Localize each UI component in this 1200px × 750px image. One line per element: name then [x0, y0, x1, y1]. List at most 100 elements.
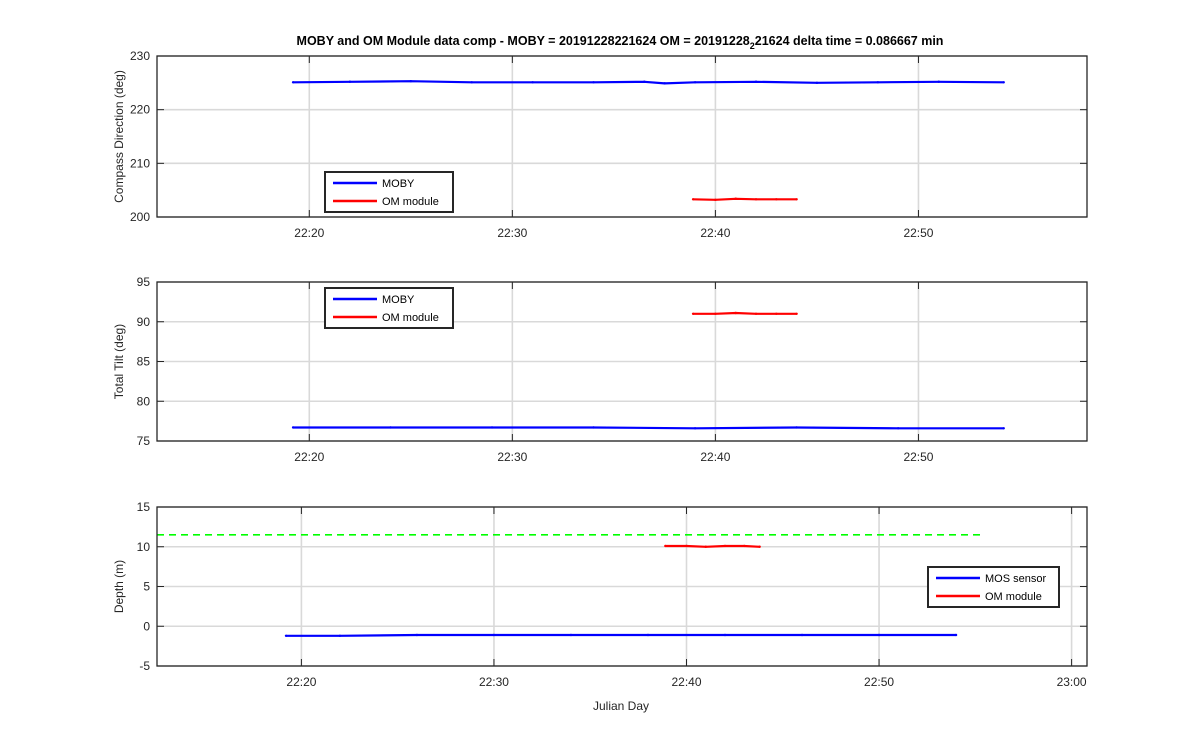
tilt-ytick-label: 90 — [137, 315, 151, 329]
compass-data-point — [409, 80, 413, 83]
depth-ytick-label: 0 — [143, 619, 150, 633]
compass-plot-area — [157, 56, 1087, 217]
figure-title: MOBY and OM Module data comp - MOBY = 20… — [297, 34, 944, 51]
tilt-data-point — [691, 312, 695, 315]
compass-xtick-label: 22:20 — [294, 226, 324, 240]
depth-ytick-label: -5 — [139, 659, 150, 673]
title-main: MOBY and OM Module data comp - MOBY = 20… — [297, 34, 750, 48]
depth-xtick-label: 22:30 — [479, 675, 509, 689]
depth-data-point — [664, 544, 667, 548]
tilt-data-point — [795, 426, 798, 429]
compass-data-point — [714, 198, 717, 202]
depth-data-point — [338, 634, 342, 637]
compass-data-point — [691, 198, 695, 201]
compass-data-point — [291, 81, 295, 84]
tilt-data-point — [1002, 427, 1005, 430]
tilt-data-point — [693, 427, 697, 430]
compass-direction-panel: 22:20 22:30 22:40 22:50 200 210 220 230 Compass … — [112, 49, 1088, 240]
depth-xtick-label: 23:00 — [1057, 675, 1087, 689]
depth-ytick-label: 10 — [137, 540, 151, 554]
compass-data-point — [754, 80, 758, 83]
depth-data-point — [415, 633, 419, 637]
depth-legend-label: OM module — [985, 591, 1042, 603]
compass-om-module-line — [693, 197, 797, 201]
tilt-data-point — [592, 426, 595, 429]
compass-data-point — [1002, 81, 1005, 84]
depth-data-point — [723, 633, 727, 637]
depth-ytick-label: 5 — [143, 580, 150, 594]
depth-panel: 22:20 22:30 22:40 22:50 23:00 -5 0 5 10 15 Depth (… — [112, 500, 1088, 689]
depth-data-point — [954, 633, 958, 637]
compass-data-point — [734, 197, 737, 200]
compass-data-point — [470, 81, 473, 84]
compass-data-point — [693, 81, 697, 84]
tilt-xtick-label: 22:30 — [497, 450, 527, 464]
tilt-data-point — [291, 426, 295, 429]
compass-ytick-label: 220 — [130, 103, 150, 117]
compass-data-point — [795, 198, 798, 201]
tilt-data-point — [714, 312, 717, 315]
depth-legend: MOS sensor OM module — [927, 566, 1060, 608]
tilt-om-module-line — [693, 311, 797, 315]
compass-data-point — [531, 81, 534, 84]
tilt-data-point — [734, 311, 737, 315]
compass-xtick-label: 22:50 — [903, 226, 933, 240]
tilt-xtick-label: 22:50 — [903, 450, 933, 464]
depth-legend-label: MOS sensor — [985, 573, 1046, 585]
depth-data-point — [704, 545, 707, 548]
tilt-xtick-label: 22:40 — [700, 450, 730, 464]
compass-data-point — [592, 81, 595, 84]
depth-xtick-label: 22:20 — [286, 675, 316, 689]
x-axis-label: Julian Day — [593, 699, 649, 713]
depth-data-point — [743, 544, 746, 548]
compass-ytick-label: 210 — [130, 156, 150, 170]
depth-y-axis-label: Depth (m) — [112, 560, 126, 613]
depth-xtick-label: 22:40 — [671, 675, 701, 689]
depth-xtick-label: 22:50 — [864, 675, 894, 689]
tilt-data-point — [490, 426, 494, 429]
depth-data-point — [569, 633, 573, 637]
depth-data-point — [758, 545, 761, 548]
depth-data-point — [800, 633, 804, 637]
depth-data-point — [284, 634, 288, 637]
tilt-legend-label: OM module — [382, 312, 439, 324]
tilt-data-point — [896, 427, 900, 430]
compass-data-point — [754, 198, 758, 201]
compass-xtick-label: 22:30 — [497, 226, 527, 240]
compass-y-axis-label: Compass Direction (deg) — [112, 70, 126, 203]
depth-data-point — [492, 633, 496, 637]
depth-data-point — [685, 544, 688, 548]
compass-data-point — [643, 80, 646, 83]
compass-data-point — [348, 80, 352, 83]
tilt-ytick-label: 85 — [137, 355, 151, 369]
compass-data-point — [876, 81, 880, 84]
compass-data-point — [775, 198, 778, 201]
tilt-data-point — [775, 312, 778, 315]
title-rest: 21624 delta time = 0.086667 min — [755, 34, 944, 48]
compass-ytick-label: 230 — [130, 49, 150, 63]
tilt-data-point — [795, 312, 798, 315]
tilt-y-axis-label: Total Tilt (deg) — [112, 324, 126, 399]
compass-legend-label: OM module — [382, 196, 439, 208]
depth-om-module-line — [665, 544, 760, 548]
depth-mos-sensor-line — [286, 633, 957, 637]
compass-xtick-label: 22:40 — [700, 226, 730, 240]
tilt-legend-label: MOBY — [382, 294, 415, 306]
compass-legend: MOBY OM module — [324, 171, 454, 213]
compass-data-point — [937, 80, 940, 83]
compass-ytick-label: 200 — [130, 210, 150, 224]
compass-legend-label: MOBY — [382, 178, 415, 190]
tilt-ytick-label: 80 — [137, 394, 151, 408]
tilt-legend: MOBY OM module — [324, 287, 454, 329]
depth-ytick-label: 15 — [137, 500, 151, 514]
figure-canvas: MOBY and OM Module data comp - MOBY = 20… — [112, 34, 1088, 713]
tilt-ytick-label: 75 — [137, 434, 151, 448]
tilt-data-point — [754, 312, 758, 315]
tilt-ytick-label: 95 — [137, 275, 151, 289]
depth-data-point — [723, 544, 727, 548]
depth-data-point — [877, 633, 881, 637]
tilt-data-point — [389, 426, 392, 429]
depth-data-point — [646, 633, 650, 637]
total-tilt-panel: 22:20 22:30 22:40 22:50 75 80 85 90 95 Total Tilt… — [112, 275, 1088, 464]
tilt-xtick-label: 22:20 — [294, 450, 324, 464]
